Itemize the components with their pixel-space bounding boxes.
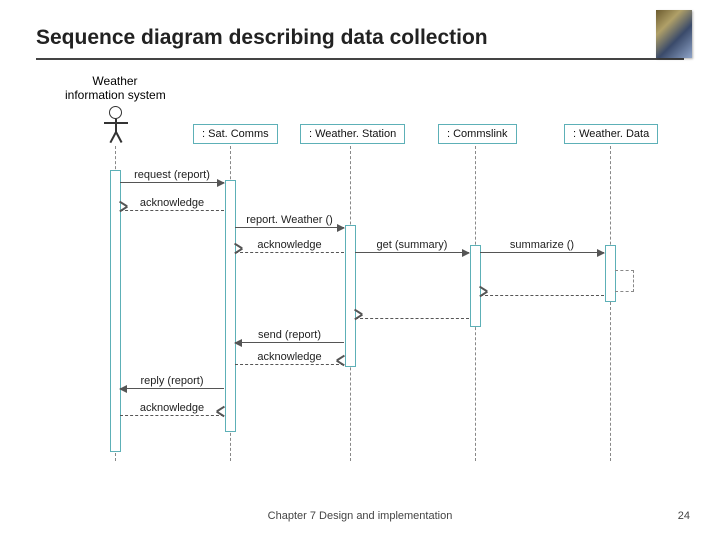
msg-ack2: acknowledge: [235, 252, 344, 253]
label-ack2: acknowledge: [257, 239, 321, 251]
label-summarize: summarize (): [510, 239, 574, 251]
arrowhead-right-icon: [597, 249, 605, 257]
sequence-diagram: Weather information system : Sat. Comms …: [30, 70, 690, 490]
label-send: send (report): [258, 329, 321, 341]
label-getsummary: get (summary): [377, 239, 448, 251]
page-title: Sequence diagram describing data collect…: [36, 26, 488, 50]
arrowhead-right-icon: [337, 224, 345, 232]
label-ack3: acknowledge: [257, 351, 321, 363]
msg-summarize: summarize (): [480, 252, 604, 253]
actor-activation: [110, 170, 121, 452]
msg-ack4: acknowledge: [120, 415, 224, 416]
participant-weatherdata: : Weather. Data: [564, 124, 658, 144]
msg-send: send (report): [235, 342, 344, 343]
msg-ack1: acknowledge: [120, 210, 224, 211]
participant-satcomms: : Sat. Comms: [193, 124, 278, 144]
footer-text: Chapter 7 Design and implementation: [0, 510, 720, 522]
participant-commslink: : Commslink: [438, 124, 517, 144]
label-reportweather: report. Weather (): [246, 214, 333, 226]
actor-label-2: information system: [65, 88, 165, 102]
msg-reply: reply (report): [120, 388, 224, 389]
msg-return-cl: [355, 318, 469, 319]
msg-getsummary: get (summary): [355, 252, 469, 253]
actor-label: Weather information system: [65, 74, 165, 102]
satcomms-activation: [225, 180, 236, 432]
participant-weatherstation: : Weather. Station: [300, 124, 405, 144]
msg-reportweather: report. Weather (): [235, 227, 344, 228]
page-number: 24: [678, 510, 690, 522]
arrowhead-right-icon: [462, 249, 470, 257]
label-ack1: acknowledge: [140, 197, 204, 209]
label-reply: reply (report): [141, 375, 204, 387]
msg-request: request (report): [120, 182, 224, 183]
arrowhead-left-icon: [234, 339, 242, 347]
msg-ack3: acknowledge: [235, 364, 344, 365]
weatherdata-lifeline: [610, 146, 611, 461]
title-rule: [36, 58, 684, 60]
label-ack4: acknowledge: [140, 402, 204, 414]
weatherstation-activation: [345, 225, 356, 367]
arrowhead-left-icon: [119, 385, 127, 393]
arrowhead-right-icon: [217, 179, 225, 187]
msg-return-wd: [480, 295, 604, 296]
actor-label-1: Weather: [65, 74, 165, 88]
label-request: request (report): [134, 169, 210, 181]
weatherdata-self-return: [615, 270, 634, 292]
book-cover-image: [656, 10, 692, 58]
